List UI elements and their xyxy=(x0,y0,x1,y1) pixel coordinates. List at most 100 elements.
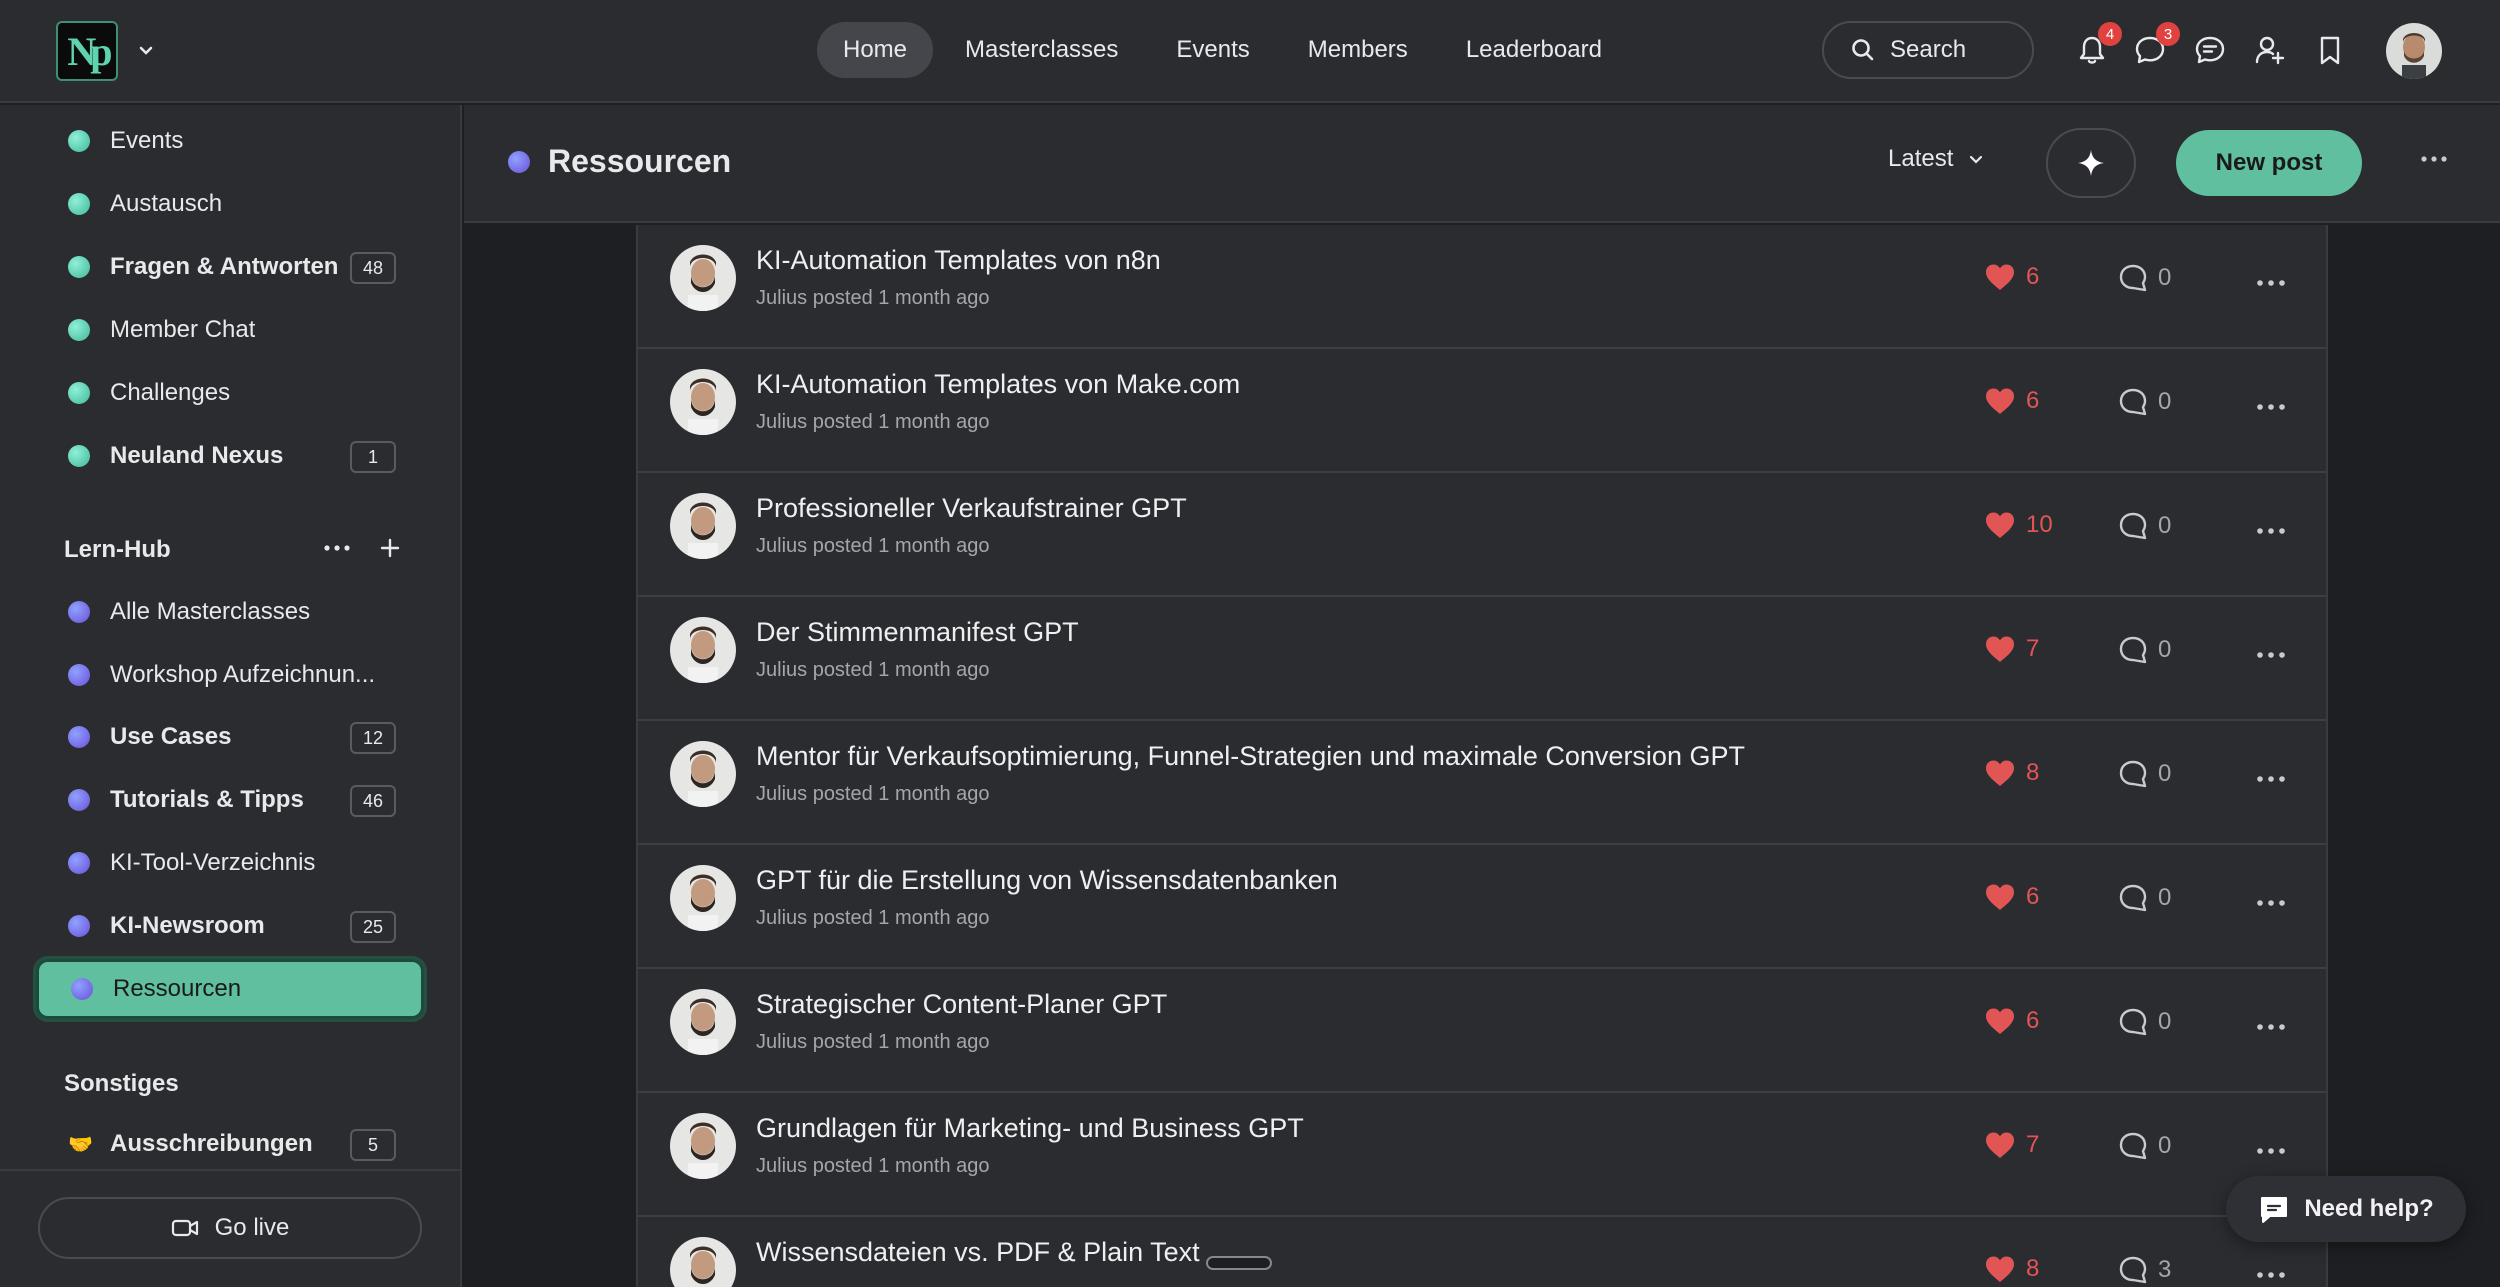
more-horizontal-icon[interactable] xyxy=(2256,527,2286,535)
author-avatar[interactable] xyxy=(670,989,736,1055)
more-horizontal-icon[interactable] xyxy=(2256,279,2286,287)
section-title-lern-hub[interactable]: Lern-Hub xyxy=(64,536,171,564)
more-horizontal-icon[interactable] xyxy=(2256,1023,2286,1031)
sidebar-item-neuland-nexus[interactable]: Neuland Nexus 1 xyxy=(36,426,424,486)
community-logo[interactable]: Np xyxy=(56,21,118,81)
need-help-button[interactable]: Need help? xyxy=(2226,1176,2466,1242)
more-horizontal-icon[interactable] xyxy=(2256,1147,2286,1155)
comment-button[interactable]: 0 xyxy=(2118,759,2171,789)
add-member-button[interactable] xyxy=(2252,32,2288,68)
sidebar-item-ki-tool-verzeichnis[interactable]: KI-Tool-Verzeichnis xyxy=(36,833,424,893)
more-horizontal-icon[interactable] xyxy=(2256,651,2286,659)
like-button[interactable]: 8 xyxy=(1984,1255,2039,1283)
sidebar-item-ausschreibungen[interactable]: 🤝 Ausschreibungen 5 xyxy=(36,1114,424,1174)
sidebar-footer: Go live xyxy=(0,1169,460,1287)
plus-icon[interactable] xyxy=(379,537,401,559)
post-row[interactable]: KI-Automation Templates von Make.com Jul… xyxy=(638,349,2326,473)
sort-label: Latest xyxy=(1888,145,1954,172)
post-row[interactable]: Strategischer Content-Planer GPT Julius … xyxy=(638,969,2326,1093)
sidebar-item-tutorials-tipps[interactable]: Tutorials & Tipps 46 xyxy=(36,770,424,830)
comment-button[interactable]: 0 xyxy=(2118,263,2171,293)
user-avatar[interactable] xyxy=(2386,23,2442,79)
more-horizontal-icon[interactable] xyxy=(2256,899,2286,907)
author-avatar[interactable] xyxy=(670,493,736,559)
post-row[interactable]: Professioneller Verkaufstrainer GPT Juli… xyxy=(638,473,2326,597)
comment-button[interactable]: 0 xyxy=(2118,511,2171,541)
heart-icon xyxy=(1986,1008,2014,1034)
post-row[interactable]: Mentor für Verkaufsoptimierung, Funnel-S… xyxy=(638,721,2326,845)
post-row[interactable]: GPT für die Erstellung von Wissensdatenb… xyxy=(638,845,2326,969)
messages-button[interactable]: 3 xyxy=(2132,22,2180,68)
avatar-image xyxy=(670,1113,736,1179)
nav-events[interactable]: Events xyxy=(1150,22,1275,78)
post-row[interactable]: Der Stimmenmanifest GPT Julius posted 1 … xyxy=(638,597,2326,721)
author-avatar[interactable] xyxy=(670,1237,736,1287)
more-horizontal-icon[interactable] xyxy=(323,544,351,552)
post-title[interactable]: GPT für die Erstellung von Wissensdatenb… xyxy=(756,865,1338,896)
like-button[interactable]: 7 xyxy=(1984,1131,2039,1159)
section-title-sonstiges[interactable]: Sonstiges xyxy=(64,1070,179,1098)
sidebar-item-workshop-aufzeichnungen[interactable]: Workshop Aufzeichnun... xyxy=(36,645,424,705)
sort-dropdown[interactable]: Latest xyxy=(1888,145,1985,173)
comment-button[interactable]: 3 xyxy=(2118,1255,2171,1285)
more-horizontal-icon[interactable] xyxy=(2256,403,2286,411)
post-title[interactable]: Wissensdateien vs. PDF & Plain Text xyxy=(756,1237,1200,1268)
like-button[interactable]: 6 xyxy=(1984,1007,2039,1035)
like-button[interactable]: 7 xyxy=(1984,635,2039,663)
author-avatar[interactable] xyxy=(670,1113,736,1179)
sidebar-item-challenges[interactable]: Challenges xyxy=(36,363,424,423)
post-title[interactable]: Professioneller Verkaufstrainer GPT xyxy=(756,493,1187,524)
author-avatar[interactable] xyxy=(670,865,736,931)
new-post-button[interactable]: New post xyxy=(2176,130,2362,196)
sidebar-item-events[interactable]: Events xyxy=(36,111,424,171)
post-title[interactable]: Strategischer Content-Planer GPT xyxy=(756,989,1167,1020)
sidebar-item-use-cases[interactable]: Use Cases 12 xyxy=(36,707,424,767)
bookmarks-button[interactable] xyxy=(2312,32,2348,68)
sidebar-item-austausch[interactable]: Austausch xyxy=(36,174,424,234)
nav-masterclasses[interactable]: Masterclasses xyxy=(939,22,1144,78)
post-title[interactable]: KI-Automation Templates von n8n xyxy=(756,245,1161,276)
post-title[interactable]: Mentor für Verkaufsoptimierung, Funnel-S… xyxy=(756,741,1745,772)
comment-button[interactable]: 0 xyxy=(2118,1131,2171,1161)
post-title[interactable]: Der Stimmenmanifest GPT xyxy=(756,617,1079,648)
search-button[interactable]: Search xyxy=(1822,21,2034,79)
comment-button[interactable]: 0 xyxy=(2118,635,2171,665)
sidebar-item-fragen-antworten[interactable]: Fragen & Antworten 48 xyxy=(36,237,424,297)
sidebar-item-alle-masterclasses[interactable]: Alle Masterclasses xyxy=(36,582,424,642)
chevron-down-icon[interactable] xyxy=(136,41,156,61)
notifications-button[interactable]: 4 xyxy=(2074,22,2122,68)
avatar-image xyxy=(670,989,736,1055)
more-horizontal-icon[interactable] xyxy=(2256,1271,2286,1279)
author-avatar[interactable] xyxy=(670,741,736,807)
space-dot-icon xyxy=(68,130,90,152)
post-title[interactable]: Grundlagen für Marketing- und Business G… xyxy=(756,1113,1304,1144)
like-button[interactable]: 6 xyxy=(1984,387,2039,415)
comment-button[interactable]: 0 xyxy=(2118,387,2171,417)
nav-home[interactable]: Home xyxy=(817,22,934,78)
post-title[interactable]: KI-Automation Templates von Make.com xyxy=(756,369,1240,400)
author-avatar[interactable] xyxy=(670,617,736,683)
sidebar-item-member-chat[interactable]: Member Chat xyxy=(36,300,424,360)
more-horizontal-icon[interactable] xyxy=(2420,155,2448,163)
sidebar-item-ki-newsroom[interactable]: KI-Newsroom 25 xyxy=(36,896,424,956)
like-button[interactable]: 6 xyxy=(1984,263,2039,291)
go-live-button[interactable]: Go live xyxy=(38,1197,422,1259)
nav-leaderboard[interactable]: Leaderboard xyxy=(1440,22,1628,78)
author-avatar[interactable] xyxy=(670,369,736,435)
like-button[interactable]: 8 xyxy=(1984,759,2039,787)
like-button[interactable]: 10 xyxy=(1984,511,2053,539)
space-dot-icon xyxy=(68,193,90,215)
post-row[interactable]: Wissensdateien vs. PDF & Plain Text 8 3 xyxy=(638,1217,2326,1287)
chat-threads-button[interactable] xyxy=(2192,32,2228,68)
author-avatar[interactable] xyxy=(670,245,736,311)
sidebar-item-ressourcen[interactable]: Ressourcen xyxy=(36,959,424,1019)
like-button[interactable]: 6 xyxy=(1984,883,2039,911)
comment-button[interactable]: 0 xyxy=(2118,1007,2171,1037)
post-row[interactable]: Grundlagen für Marketing- und Business G… xyxy=(638,1093,2326,1217)
ai-sparkle-button[interactable] xyxy=(2046,128,2136,198)
post-row[interactable]: KI-Automation Templates von n8n Julius p… xyxy=(638,225,2326,349)
scroll-indicator[interactable] xyxy=(1206,1256,1272,1270)
nav-members[interactable]: Members xyxy=(1282,22,1434,78)
comment-button[interactable]: 0 xyxy=(2118,883,2171,913)
more-horizontal-icon[interactable] xyxy=(2256,775,2286,783)
